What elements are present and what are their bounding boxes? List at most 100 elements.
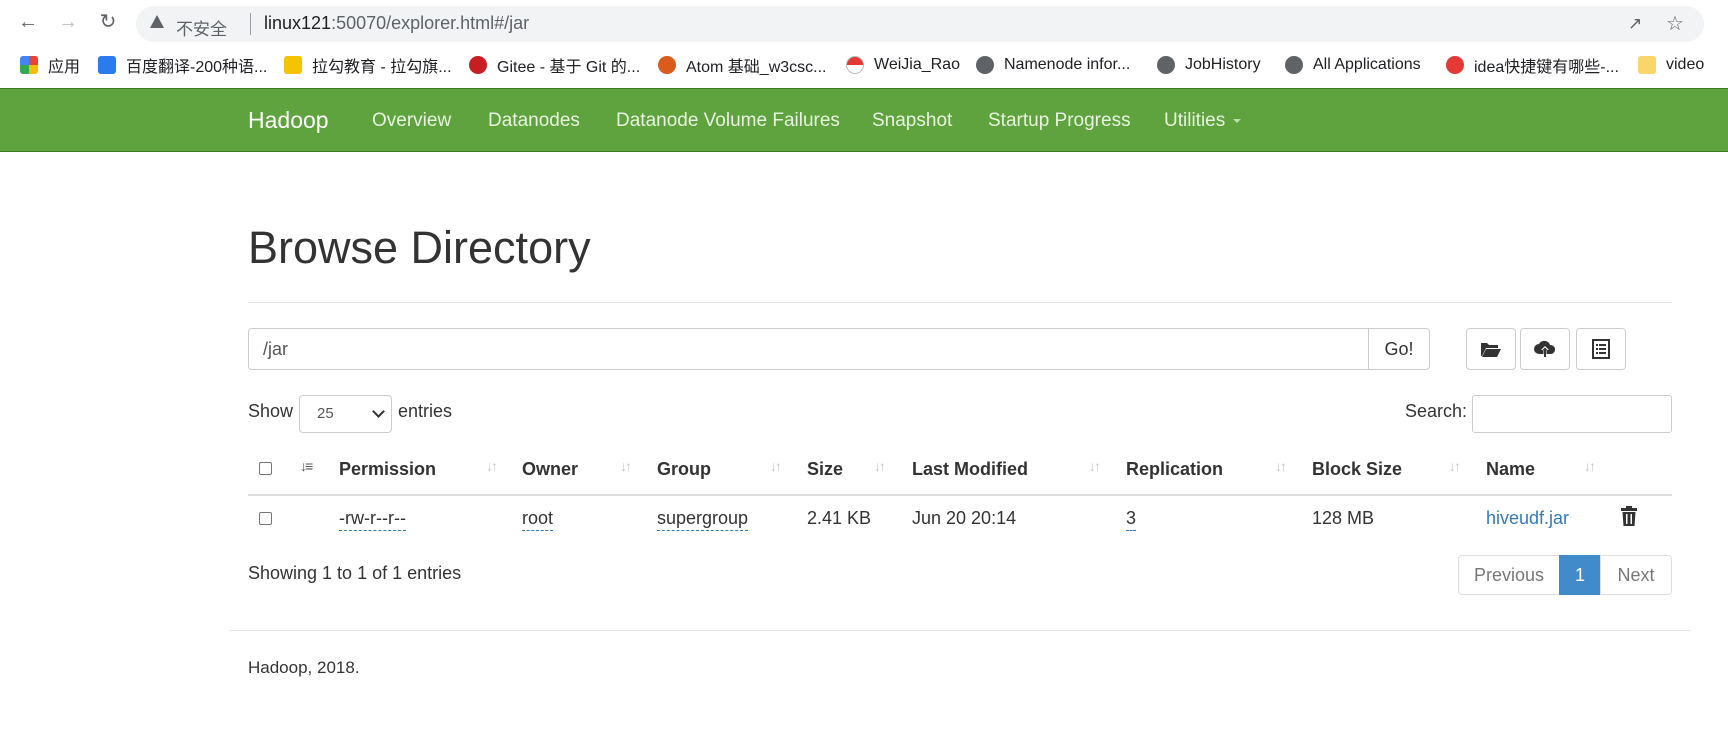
nav-datanodes[interactable]: Datanodes [488,110,580,132]
sort-icon[interactable]: ↓↑ [620,458,632,474]
url-host: linux121 [264,13,332,33]
bookmark-lagou[interactable]: 拉勾教育 - 拉勾旗... [284,53,452,77]
title-divider [248,302,1672,303]
bookmark-label: idea快捷键有哪些-... [1474,59,1619,76]
forward-arrow-icon[interactable]: → [56,10,80,34]
folder-open-icon [1481,343,1501,357]
column-header-permission[interactable]: Permission [339,459,436,480]
apps-grid-icon [20,56,38,74]
bookmark-namenode[interactable]: Namenode infor... [976,53,1130,77]
warning-icon [150,15,164,28]
cell-permission[interactable]: -rw-r--r-- [339,508,406,531]
reload-icon[interactable]: ↻ [96,10,120,34]
sort-icon[interactable]: ↓↑ [486,458,498,474]
bookmark-jobhistory[interactable]: JobHistory [1157,53,1261,77]
sort-icon[interactable]: ↓↑ [1089,458,1101,474]
pagination-previous-button[interactable]: Previous [1458,555,1560,595]
nav-utilities[interactable]: Utilities [1164,110,1242,132]
create-directory-button[interactable] [1466,328,1516,370]
directory-path-input[interactable] [248,328,1370,370]
bookmark-baidu-translate[interactable]: 百度翻译-200种语... [98,53,267,77]
gitee-icon [469,56,487,74]
chevron-down-icon [372,405,385,418]
trash-icon[interactable] [1621,506,1637,526]
pokeball-icon [846,56,864,74]
bookmark-star-icon[interactable]: ☆ [1666,11,1684,36]
cell-owner[interactable]: root [522,508,554,531]
atom-icon [658,56,676,74]
bookmark-apps[interactable]: 应用 [20,53,80,77]
page-title: Browse Directory [248,222,591,273]
bookmark-weijia[interactable]: WeiJia_Rao [846,53,960,77]
sort-icon[interactable]: ↓↑ [1584,458,1596,474]
baidu-translate-icon [98,56,116,74]
row-checkbox[interactable] [259,512,272,525]
bookmark-label: Atom 基础_w3csc... [686,59,827,76]
bookmark-idea[interactable]: idea快捷键有哪些-... [1446,53,1619,77]
go-button[interactable]: Go! [1368,328,1430,370]
nav-utilities-label: Utilities [1164,110,1226,131]
bookmark-label: 拉勾教育 - 拉勾旗... [312,59,452,76]
bookmark-label: Gitee - 基于 Git 的... [497,59,641,76]
column-header-last-modified[interactable]: Last Modified [912,459,1028,480]
bookmarks-bar: 应用 百度翻译-200种语... 拉勾教育 - 拉勾旗... Gitee - 基… [0,44,1728,86]
cell-block-size: 128 MB [1312,508,1375,528]
column-header-name[interactable]: Name [1486,459,1535,480]
nav-overview[interactable]: Overview [372,110,451,132]
folder-icon [1638,56,1656,74]
entries-label: entries [398,401,453,421]
table-search-input[interactable] [1472,395,1672,433]
sort-icon[interactable]: ↓↑ [1449,458,1461,474]
browser-toolbar: ← → ↻ 不安全 linux121:50070/explorer.html#/… [0,0,1728,44]
globe-icon [1157,56,1175,74]
sort-icon[interactable]: ↓↑ [770,458,782,474]
bookmark-atom[interactable]: Atom 基础_w3csc... [658,53,826,77]
address-separator [250,13,251,35]
pagination-page-button[interactable]: 1 [1559,555,1601,595]
cell-group[interactable]: supergroup [657,508,749,531]
footer-text: Hadoop, 2018. [248,658,360,677]
bookmark-label: video [1666,56,1705,73]
bookmark-video[interactable]: video [1638,53,1704,77]
entries-select-value: 25 [317,405,334,422]
nav-snapshot[interactable]: Snapshot [872,110,952,132]
caret-down-icon [1233,118,1242,123]
share-icon[interactable]: ↗ [1628,14,1642,34]
column-header-block-size[interactable]: Block Size [1312,459,1402,480]
select-all-checkbox[interactable] [259,462,272,475]
table-info-text: Showing 1 to 1 of 1 entries [248,563,462,583]
cloud-upload-icon [1534,340,1556,357]
back-arrow-icon[interactable]: ← [16,10,40,34]
column-header-replication[interactable]: Replication [1126,459,1223,480]
lagou-icon [284,56,302,74]
column-header-size[interactable]: Size [807,459,843,480]
sort-icon[interactable]: ↓↑ [1275,458,1287,474]
column-header-group[interactable]: Group [657,459,711,480]
nav-startup-progress[interactable]: Startup Progress [988,110,1131,132]
nav-datanode-volume-failures[interactable]: Datanode Volume Failures [616,110,840,132]
bookmark-label: Namenode infor... [1004,56,1131,73]
cell-name-link[interactable]: hiveudf.jar [1486,508,1569,529]
upload-files-button[interactable] [1520,328,1570,370]
url-text[interactable]: linux121:50070/explorer.html#/jar [264,13,529,34]
globe-icon [976,56,994,74]
bookmark-label: 应用 [48,59,81,76]
navbar-brand[interactable]: Hadoop [248,107,329,134]
column-header-owner[interactable]: Owner [522,459,578,480]
sort-desc-icon[interactable]: ↓≡ [300,458,313,474]
bookmark-all-applications[interactable]: All Applications [1285,53,1421,77]
cell-replication[interactable]: 3 [1126,508,1137,531]
sort-icon[interactable]: ↓↑ [874,458,886,474]
php-icon [1446,56,1464,74]
pagination: Previous 1 Next [1458,555,1672,595]
security-label: 不安全 [176,20,227,39]
pagination-next-button[interactable]: Next [1600,555,1672,595]
table-header-divider [248,494,1672,496]
list-alt-icon [1592,339,1610,359]
cut-paste-button[interactable] [1576,328,1626,370]
cell-last-modified: Jun 20 20:14 [912,508,1017,528]
bookmark-label: 百度翻译-200种语... [126,59,268,76]
bookmark-gitee[interactable]: Gitee - 基于 Git 的... [469,53,640,77]
address-bar[interactable]: 不安全 linux121:50070/explorer.html#/jar ↗ … [136,6,1704,42]
entries-per-page-select[interactable]: 25 [299,395,392,433]
